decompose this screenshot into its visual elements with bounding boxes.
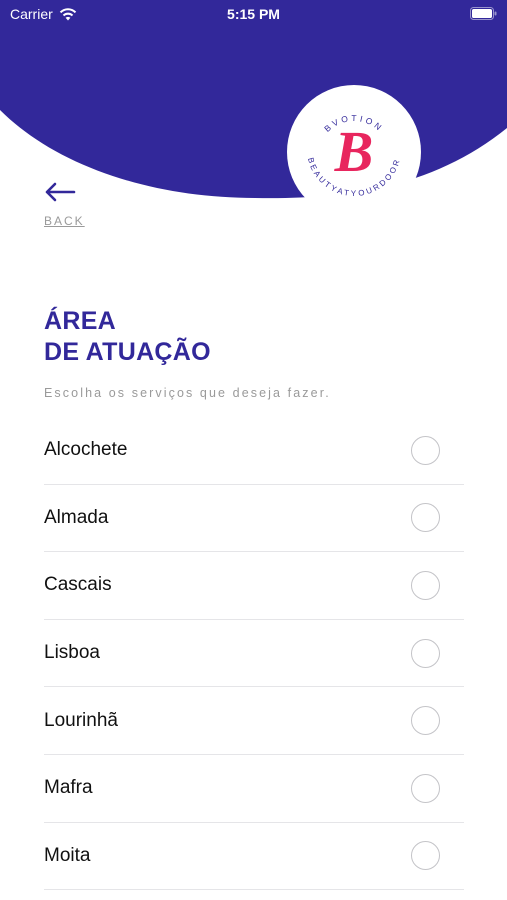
page-title-line-2: DE ATUAÇÃO: [44, 338, 211, 366]
option-label: Moita: [44, 844, 91, 866]
page-title: ÁREA DE ATUAÇÃO: [44, 306, 211, 368]
area-option-moita[interactable]: Moita: [44, 823, 464, 891]
clock: 5:15 PM: [227, 6, 280, 22]
radio-unchecked-icon[interactable]: [411, 773, 440, 803]
battery-icon: [470, 7, 497, 20]
option-label: Mafra: [44, 777, 93, 799]
back-label: BACK: [44, 214, 85, 228]
area-option-alcochete[interactable]: Alcochete: [44, 417, 464, 485]
back-arrow-icon: [45, 182, 76, 202]
option-label: Lisboa: [44, 642, 100, 664]
area-option-list: Alcochete Almada Cascais Lisboa Lourinhã…: [44, 417, 464, 891]
radio-unchecked-icon[interactable]: [411, 841, 440, 871]
radio-unchecked-icon[interactable]: [411, 570, 440, 600]
back-button[interactable]: BACK: [44, 182, 104, 230]
header-background: [0, 0, 507, 199]
page-subtitle: Escolha os serviços que deseja fazer.: [44, 386, 331, 400]
area-option-lisboa[interactable]: Lisboa: [44, 620, 464, 688]
option-label: Lourinhã: [44, 709, 118, 731]
status-bar: Carrier 5:15 PM: [0, 0, 507, 30]
radio-unchecked-icon[interactable]: [411, 638, 440, 668]
page-title-line-1: ÁREA: [44, 307, 117, 335]
radio-unchecked-icon[interactable]: [411, 503, 440, 533]
radio-unchecked-icon[interactable]: [411, 435, 440, 465]
option-label: Cascais: [44, 574, 112, 596]
logo-monogram: B: [334, 119, 374, 184]
radio-unchecked-icon[interactable]: [411, 706, 440, 736]
area-option-cascais[interactable]: Cascais: [44, 552, 464, 620]
option-label: Almada: [44, 506, 109, 528]
area-option-lourinha[interactable]: Lourinhã: [44, 687, 464, 755]
option-label: Alcochete: [44, 439, 128, 461]
area-option-mafra[interactable]: Mafra: [44, 755, 464, 823]
brand-logo: BVOTION BEAUTYATYOURDOOR B: [287, 85, 421, 219]
area-option-almada[interactable]: Almada: [44, 485, 464, 553]
